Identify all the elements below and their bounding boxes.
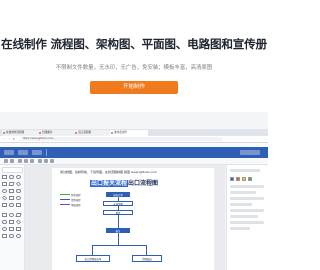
- align-icon[interactable]: [38, 159, 42, 163]
- rounded-shape-icon[interactable]: [9, 175, 14, 179]
- url-field[interactable]: https://www.lgtbuto.com/...: [20, 137, 223, 141]
- rounded-shape-icon[interactable]: [9, 203, 14, 207]
- circle-shape-icon[interactable]: [16, 234, 21, 238]
- user-menu[interactable]: [240, 150, 260, 155]
- panel-option[interactable]: [230, 191, 256, 194]
- diamond-shape-icon[interactable]: [15, 219, 22, 225]
- fill-color-swatch[interactable]: [242, 177, 246, 181]
- parallelogram-shape-icon[interactable]: [8, 182, 15, 186]
- rectangle-shape-icon[interactable]: [2, 213, 7, 217]
- start-button[interactable]: 开始制作: [90, 81, 178, 94]
- editor-toolbar: [0, 158, 268, 165]
- menu-item[interactable]: [18, 150, 28, 155]
- tab-label: 亿图图示: [42, 131, 53, 134]
- legend-arrow: [60, 199, 70, 200]
- fill-color-swatch[interactable]: [236, 177, 240, 181]
- panel-option[interactable]: [230, 197, 264, 200]
- section-divider: [0, 112, 268, 129]
- panel-option[interactable]: [230, 209, 264, 212]
- diamond-shape-icon[interactable]: [1, 195, 8, 201]
- rounded-shape-icon[interactable]: [16, 189, 21, 193]
- flow-node[interactable]: 货物装运: [132, 255, 162, 262]
- menu-item[interactable]: [4, 150, 14, 155]
- forward-icon[interactable]: ›: [7, 137, 11, 141]
- panel-option[interactable]: [230, 221, 264, 224]
- fill-icon[interactable]: [44, 159, 48, 163]
- legend-arrow: [60, 204, 70, 205]
- format-panel: [226, 165, 268, 270]
- circle-shape-icon[interactable]: [2, 227, 7, 231]
- diagram-title-rest: 出口流程图: [128, 180, 159, 187]
- diagram-title-highlight: 出口报关流程: [90, 180, 129, 187]
- legend-label: 付款流程: [71, 193, 81, 197]
- menu-item[interactable]: [32, 150, 42, 155]
- panel-option[interactable]: [230, 203, 252, 206]
- italic-icon[interactable]: [24, 159, 28, 163]
- panel-option[interactable]: [230, 185, 264, 188]
- circle-shape-icon[interactable]: [16, 196, 21, 200]
- fill-color-swatch[interactable]: [230, 177, 234, 181]
- legend-label: 货物流程: [71, 198, 81, 202]
- divider: [46, 149, 47, 156]
- rectangle-shape-icon[interactable]: [2, 234, 7, 238]
- connector-line: [146, 245, 147, 255]
- legend-arrow: [60, 194, 70, 195]
- address-bar: ‹ › ↻ https://www.lgtbuto.com/...: [0, 136, 268, 143]
- line-color-icon[interactable]: [50, 159, 54, 163]
- favicon-icon: [39, 132, 41, 134]
- favicon-icon: [111, 132, 113, 134]
- diagram-caption: 通过制图、绘制导航、下载导图，在线流程制图·联盟 www.lgtbuto.com: [60, 170, 157, 174]
- rectangle-shape-icon[interactable]: [16, 227, 21, 231]
- bold-icon[interactable]: [18, 159, 22, 163]
- document-shape-icon[interactable]: [9, 189, 14, 193]
- hero-title: 在线制作 流程图、架构图、平面图、电路图和宣传册: [1, 37, 267, 51]
- redo-icon[interactable]: [10, 159, 14, 163]
- rounded-shape-icon[interactable]: [9, 234, 14, 238]
- canvas-area[interactable]: 通过制图、绘制导航、下载导图，在线流程制图·联盟 www.lgtbuto.com…: [25, 165, 225, 270]
- app-header: [0, 147, 268, 158]
- circle-shape-icon[interactable]: [9, 213, 14, 217]
- underline-icon[interactable]: [30, 159, 34, 163]
- hero-subtitle: 不限制文件数量，无水印，无广告，免安装；模板丰富，高清原图: [55, 65, 213, 71]
- rectangle-shape-icon[interactable]: [2, 203, 7, 207]
- shape-search-input[interactable]: [2, 167, 23, 173]
- back-icon[interactable]: ‹: [2, 137, 6, 141]
- document-shape-icon[interactable]: [9, 227, 14, 231]
- reload-icon[interactable]: ↻: [12, 137, 16, 141]
- diamond-shape-icon[interactable]: [15, 181, 22, 187]
- rectangle-shape-icon[interactable]: [2, 182, 7, 186]
- panel-tabs[interactable]: [230, 169, 260, 172]
- favicon-icon: [75, 132, 77, 134]
- diagram-page[interactable]: 通过制图、绘制导航、下载导图，在线流程制图·联盟 www.lgtbuto.com…: [52, 168, 214, 270]
- hero-section: 在线制作 流程图、架构图、平面图、电路图和宣传册 不限制文件数量，无水印，无广告…: [0, 0, 268, 112]
- app-preview: 在线制作流程图 亿图图示 出口流程图 未命名文件 ‹ › ↻ https://w…: [0, 129, 268, 270]
- rounded-shape-icon[interactable]: [2, 220, 7, 224]
- rectangle-shape-icon[interactable]: [9, 220, 14, 224]
- rectangle-shape-icon[interactable]: [16, 203, 21, 207]
- connector-line: [92, 245, 93, 255]
- panel-option[interactable]: [230, 215, 258, 218]
- shape-library: [0, 165, 25, 270]
- tab-label: 在线制作流程图: [6, 131, 25, 134]
- parallelogram-shape-icon[interactable]: [15, 213, 22, 217]
- legend-label: 单据流程: [71, 203, 81, 207]
- rectangle-shape-icon[interactable]: [2, 175, 7, 179]
- connector-line: [117, 215, 119, 228]
- rectangle-shape-icon[interactable]: [9, 196, 14, 200]
- browser-tabbar: 在线制作流程图 亿图图示 出口流程图 未命名文件: [0, 129, 268, 136]
- diagram-title: 出口报关流程出口流程图: [90, 178, 158, 187]
- tab-label: 未命名文件: [114, 131, 127, 134]
- flow-node[interactable]: 出口货物报关单: [76, 255, 110, 262]
- undo-icon[interactable]: [4, 159, 8, 163]
- connector-line: [92, 245, 146, 246]
- tab-label: 出口流程图: [78, 131, 91, 134]
- circle-shape-icon[interactable]: [16, 175, 21, 179]
- fill-color-swatch[interactable]: [248, 177, 252, 181]
- circle-shape-icon[interactable]: [2, 189, 7, 193]
- favicon-icon: [3, 132, 5, 134]
- panel-option[interactable]: [230, 227, 250, 230]
